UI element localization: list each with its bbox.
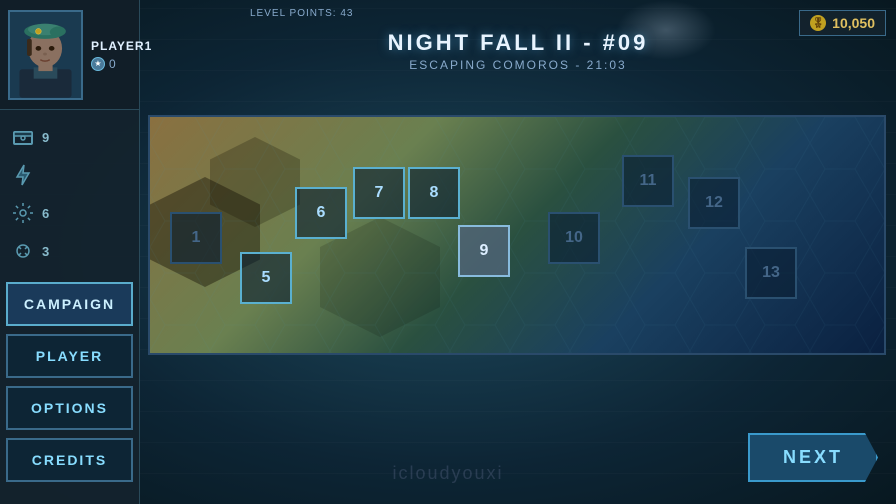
node-label-10: 10 (565, 229, 583, 247)
node-label-5: 5 (262, 269, 271, 287)
mission-title: NIGHT FALL II - #09 (140, 30, 896, 56)
map-nodes: 1 5 6 7 8 9 10 11 12 (150, 117, 884, 353)
map-node-6[interactable]: 6 (295, 187, 347, 239)
player-avatar (8, 10, 83, 100)
cross-target-icon (8, 236, 38, 266)
node-label-1: 1 (192, 229, 201, 247)
mission-subtitle: ESCAPING COMOROS - 21:03 (140, 58, 896, 72)
stat-row-1: 9 (0, 118, 139, 156)
map-node-8[interactable]: 8 (408, 167, 460, 219)
stat-row-2 (0, 156, 139, 194)
lightning-icon (8, 160, 38, 190)
stat-row-4: 3 (0, 232, 139, 270)
node-label-13: 13 (762, 264, 780, 282)
coin-icon: 🎖 (810, 15, 826, 31)
campaign-button[interactable]: CAMPAIGN (6, 282, 133, 326)
stat-value-4: 3 (42, 244, 49, 259)
cog-icon (8, 198, 38, 228)
map-node-1[interactable]: 1 (170, 212, 222, 264)
map-node-11[interactable]: 11 (622, 155, 674, 207)
node-label-9: 9 (480, 242, 489, 260)
rank-value: 0 (109, 57, 116, 71)
stat-value-3: 6 (42, 206, 49, 221)
node-label-12: 12 (705, 194, 723, 212)
map-node-5[interactable]: 5 (240, 252, 292, 304)
options-button[interactable]: OPTIONS (6, 386, 133, 430)
node-label-6: 6 (317, 204, 326, 222)
player-header: PLAYER1 ★ 0 (0, 0, 139, 110)
stat-value-1: 9 (42, 130, 49, 145)
node-label-8: 8 (430, 184, 439, 202)
player-button[interactable]: PLAYER (6, 334, 133, 378)
nav-buttons: CAMPAIGN PLAYER OPTIONS CREDITS (0, 278, 139, 504)
sidebar-stats: 9 6 (0, 110, 139, 278)
map-container: 1 5 6 7 8 9 10 11 12 (148, 115, 886, 355)
node-label-11: 11 (640, 172, 657, 190)
node-label-7: 7 (375, 184, 384, 202)
map-node-7[interactable]: 7 (353, 167, 405, 219)
map-node-10[interactable]: 10 (548, 212, 600, 264)
credits-button[interactable]: CREDITS (6, 438, 133, 482)
currency-amount: 10,050 (832, 15, 875, 31)
map-node-13[interactable]: 13 (745, 247, 797, 299)
map-node-12[interactable]: 12 (688, 177, 740, 229)
next-button[interactable]: NEXT (748, 433, 878, 482)
rank-star-icon: ★ (91, 57, 105, 71)
sidebar: PLAYER1 ★ 0 9 (0, 0, 140, 504)
map-node-9[interactable]: 9 (458, 225, 510, 277)
chest-icon (8, 122, 38, 152)
stat-row-3: 6 (0, 194, 139, 232)
level-points: LEVEL POINTS: 43 (250, 8, 353, 19)
mission-title-area: NIGHT FALL II - #09 ESCAPING COMOROS - 2… (140, 30, 896, 72)
